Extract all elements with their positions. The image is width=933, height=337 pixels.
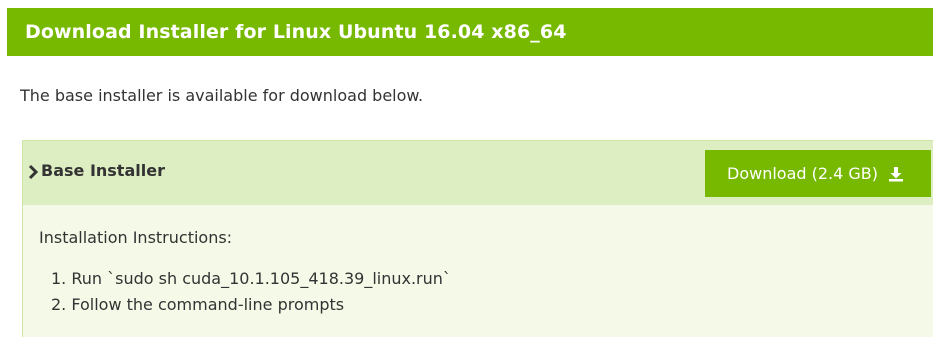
instruction-step: 1. Run `sudo sh cuda_10.1.105_418.39_lin… (51, 269, 451, 288)
panel-header[interactable]: Base Installer Download (2.4 GB) (23, 141, 933, 205)
instruction-steps: 1. Run `sudo sh cuda_10.1.105_418.39_lin… (51, 266, 451, 318)
instructions-label: Installation Instructions: (39, 228, 233, 247)
instruction-step: 2. Follow the command-line prompts (51, 295, 345, 314)
download-button-label: Download (2.4 GB) (727, 164, 879, 183)
intro-text: The base installer is available for down… (20, 86, 424, 105)
base-installer-panel: Base Installer Download (2.4 GB) Install… (22, 140, 933, 337)
page-title: Download Installer for Linux Ubuntu 16.0… (25, 21, 567, 43)
chevron-right-icon (28, 164, 39, 180)
download-icon (889, 166, 904, 181)
download-button[interactable]: Download (2.4 GB) (705, 150, 931, 197)
cuda-download-page: Download Installer for Linux Ubuntu 16.0… (0, 0, 933, 337)
panel-title: Base Installer (41, 161, 165, 180)
section-title-bar: Download Installer for Linux Ubuntu 16.0… (7, 8, 933, 56)
